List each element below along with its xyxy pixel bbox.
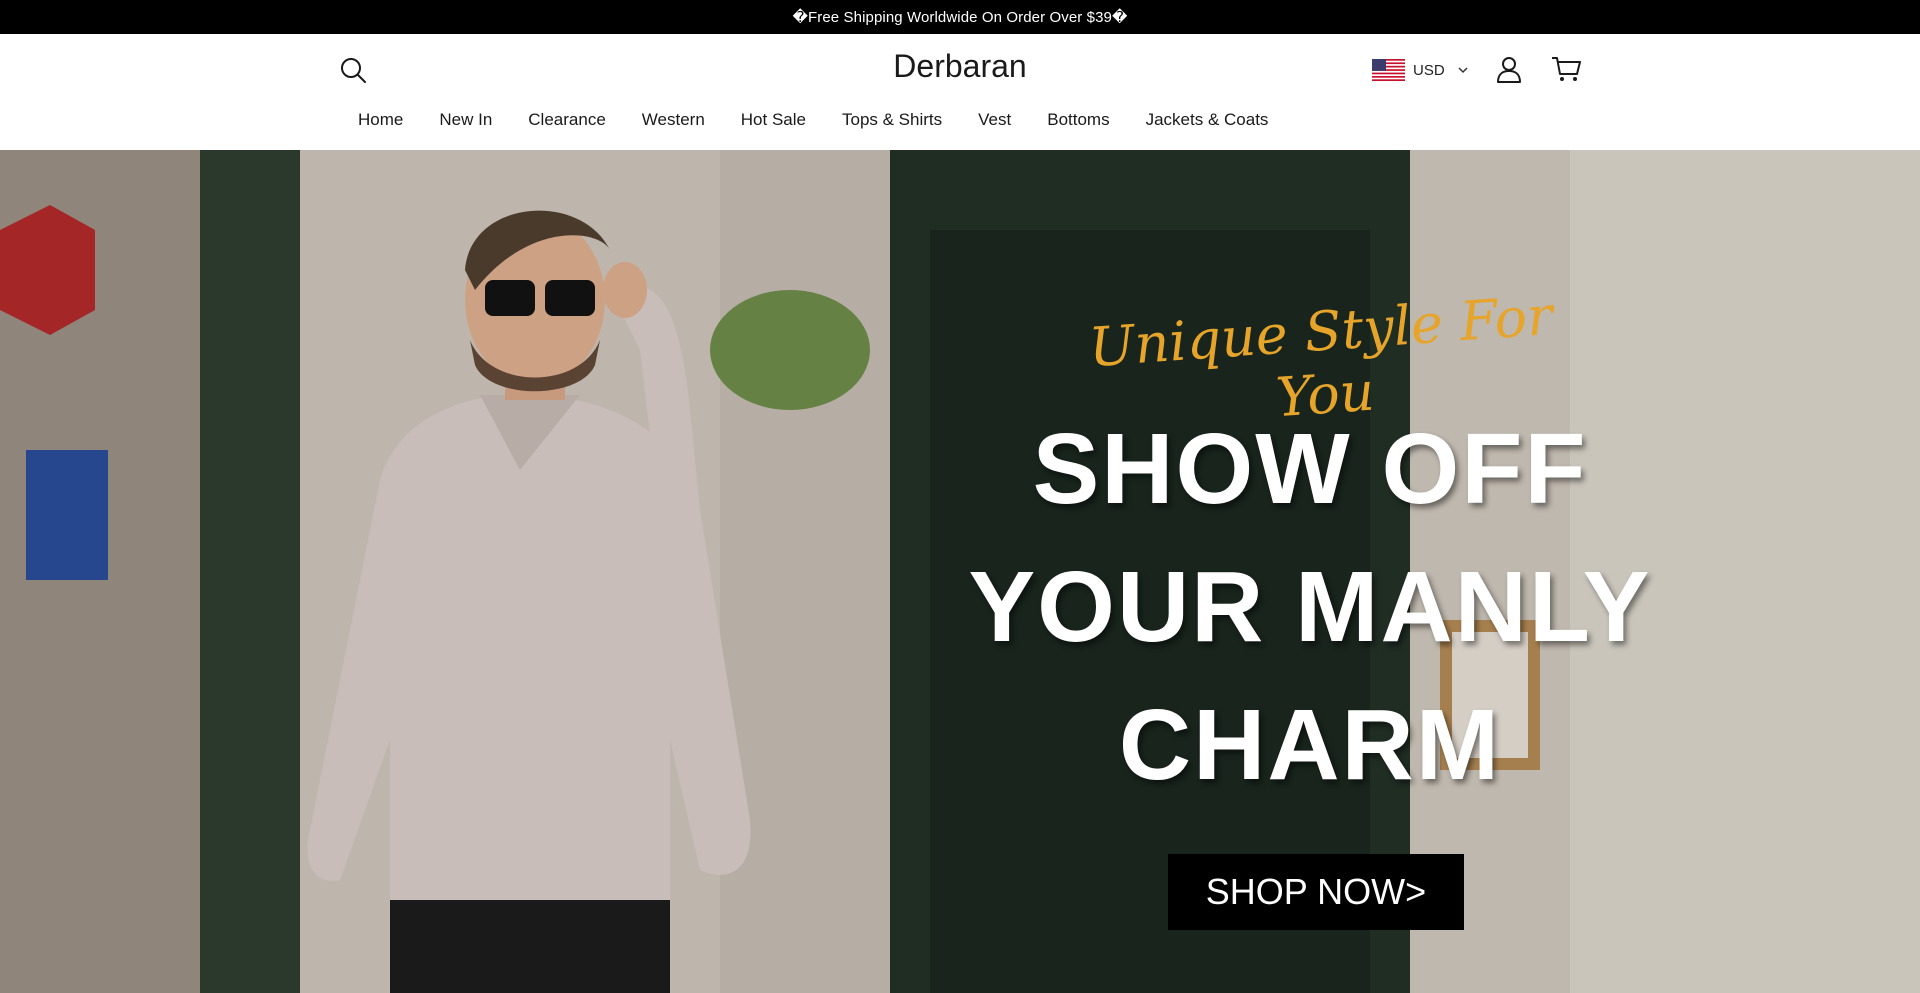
announcement-bar: �Free Shipping Worldwide On Order Over $… (0, 0, 1920, 34)
currency-label: USD (1413, 61, 1445, 79)
shop-now-button[interactable]: SHOP NOW> (1168, 854, 1464, 930)
announcement-text: �Free Shipping Worldwide On Order Over $… (792, 9, 1128, 26)
nav-item-hot-sale[interactable]: Hot Sale (741, 110, 806, 130)
us-flag-icon (1372, 59, 1405, 81)
hero-headline-line-2: YOUR MANLY (968, 551, 1652, 663)
nav-item-vest[interactable]: Vest (978, 110, 1011, 130)
nav-item-jackets-coats[interactable]: Jackets & Coats (1146, 110, 1269, 130)
hero-headline: SHOW OFF YOUR MANLY CHARM (900, 400, 1720, 814)
user-icon[interactable] (1494, 54, 1524, 84)
cart-icon[interactable] (1550, 54, 1582, 84)
main-nav: Home New In Clearance Western Hot Sale T… (358, 110, 1304, 130)
nav-item-clearance[interactable]: Clearance (528, 110, 606, 130)
nav-item-tops-shirts[interactable]: Tops & Shirts (842, 110, 942, 130)
hero-headline-line-3: CHARM (1118, 689, 1502, 801)
logo-link[interactable]: Derbaran (893, 48, 1026, 84)
hero-banner[interactable]: Unique Style For You SHOW OFF YOUR MANLY… (0, 150, 1920, 993)
currency-selector[interactable]: USD (1372, 57, 1469, 83)
nav-item-bottoms[interactable]: Bottoms (1047, 110, 1109, 130)
nav-item-new-in[interactable]: New In (439, 110, 492, 130)
site-header: Derbaran USD Home New In Clearance Weste… (0, 34, 1920, 150)
chevron-down-icon (1458, 67, 1468, 74)
hero-headline-line-1: SHOW OFF (1032, 413, 1588, 525)
site-logo: Derbaran (0, 48, 1920, 85)
nav-item-home[interactable]: Home (358, 110, 403, 130)
model-figure (307, 210, 751, 993)
nav-item-western[interactable]: Western (642, 110, 705, 130)
